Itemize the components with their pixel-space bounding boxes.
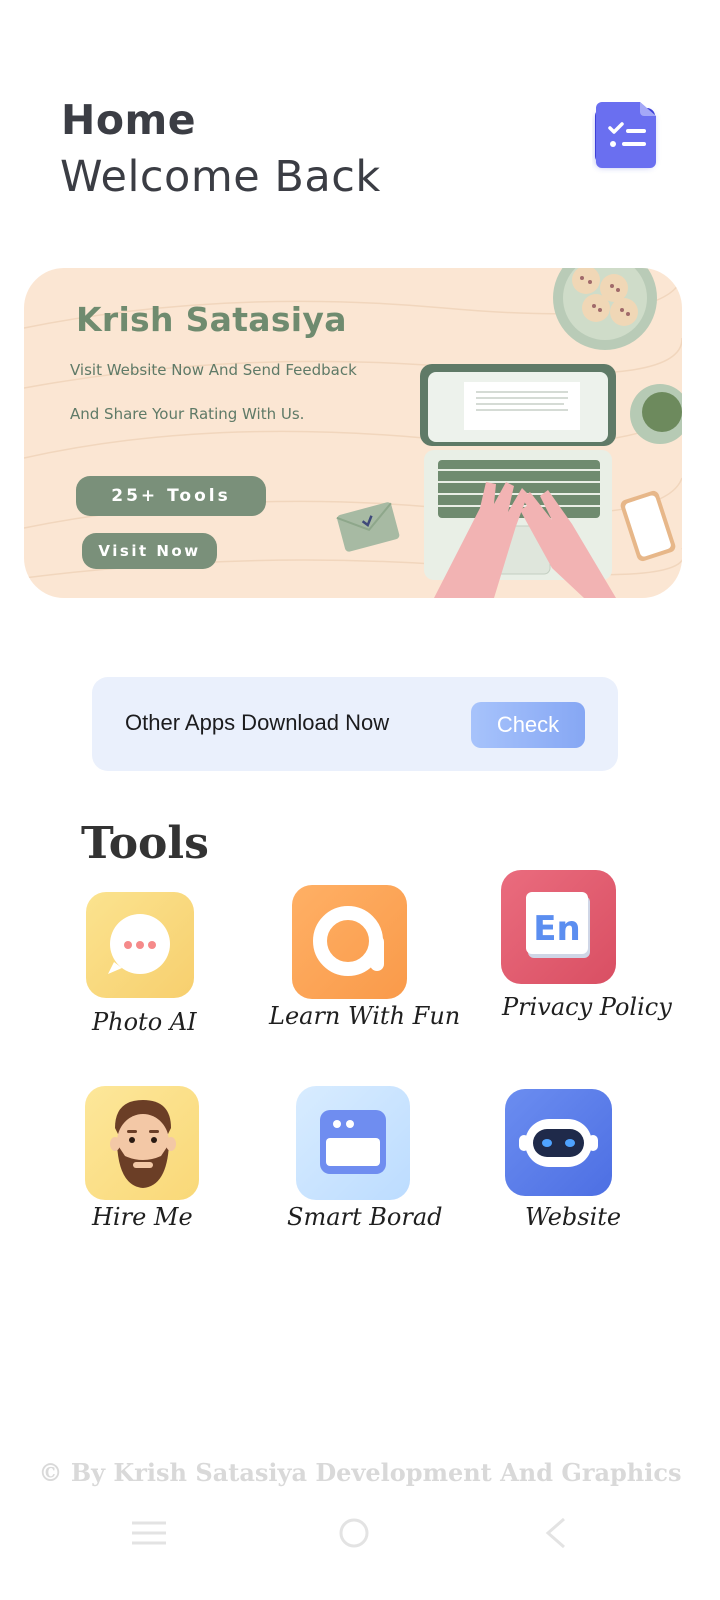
page-title: Home: [61, 96, 197, 144]
banner-description-line-1: Visit Website Now And Send Feedback: [70, 361, 357, 379]
avatar-face-icon: [85, 1086, 199, 1200]
tool-label-website: Website: [525, 1203, 622, 1231]
tools-heading: Tools: [81, 818, 209, 869]
tool-label-hire-me: Hire Me: [92, 1203, 193, 1231]
letter-a-icon: [292, 885, 407, 999]
tools-count-button[interactable]: 25+ Tools: [76, 476, 266, 516]
tool-label-privacy-policy: Privacy Policy: [502, 993, 672, 1021]
welcome-subtitle: Welcome Back: [60, 152, 381, 202]
robot-icon: [505, 1089, 612, 1196]
tool-label-learn-with-fun: Learn With Fun: [269, 1002, 461, 1030]
visit-now-button[interactable]: Visit Now: [82, 533, 217, 569]
en-card-icon: En: [501, 870, 616, 984]
chat-bubble-icon: [86, 892, 194, 998]
back-nav-icon[interactable]: [545, 1517, 565, 1549]
system-navigation-bar: [132, 1517, 565, 1549]
recent-apps-icon[interactable]: [132, 1521, 166, 1545]
tool-label-photo-ai: Photo AI: [92, 1008, 197, 1036]
banner-name: Krish Satasiya: [76, 300, 347, 339]
svg-text:En: En: [533, 909, 580, 949]
tool-label-smart-borad: Smart Borad: [287, 1203, 443, 1231]
checklist-menu-button[interactable]: [592, 100, 664, 174]
check-button[interactable]: Check: [471, 702, 585, 748]
home-nav-icon[interactable]: [339, 1518, 369, 1548]
copyright-footer: © By Krish Satasiya Development And Grap…: [38, 1458, 682, 1487]
other-apps-text: Other Apps Download Now: [125, 710, 390, 735]
home-screen: Home Welcome Back Krish Satasiya Visit W…: [0, 0, 720, 1600]
checklist-icon: [595, 102, 656, 168]
banner-description-line-2: And Share Your Rating With Us.: [70, 405, 305, 423]
window-icon: [296, 1086, 410, 1200]
